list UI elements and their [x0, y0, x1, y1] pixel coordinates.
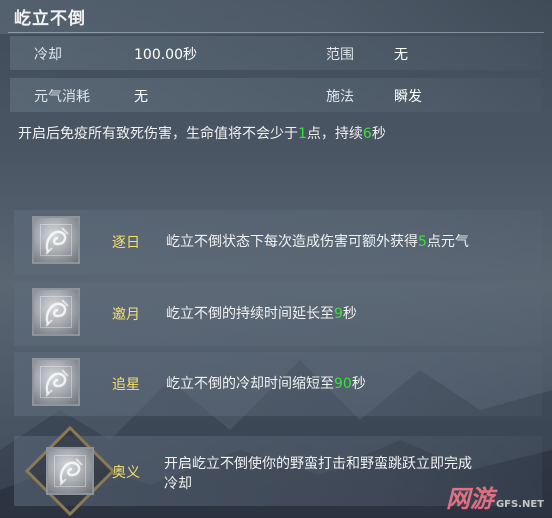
- talent-description-3: 屹立不倒的冷却时间缩短至90秒: [166, 374, 366, 394]
- skill-icon[interactable]: [32, 358, 80, 406]
- energy-cost-label: 元气消耗: [34, 89, 90, 105]
- talent-text-1a: 屹立不倒状态下每次造成伤害可额外获得: [166, 234, 418, 250]
- description-text-2: 点，持续: [306, 126, 363, 142]
- cooldown-value: 100.00秒: [134, 47, 197, 63]
- range-label: 范围: [326, 47, 354, 63]
- talent-number-1: 5: [418, 234, 427, 250]
- cast-label: 施法: [326, 89, 354, 105]
- skill-description: 开启后免疫所有致死伤害，生命值将不会少于1点，持续6秒: [18, 123, 386, 143]
- talent-row-3[interactable]: 追星 屹立不倒的冷却时间缩短至90秒: [14, 352, 542, 416]
- talent-description-1: 屹立不倒状态下每次造成伤害可额外获得5点元气: [166, 232, 469, 252]
- skill-icon[interactable]: [32, 288, 80, 336]
- talent-text-ultimate-line2: 冷却: [164, 476, 192, 492]
- talent-name-2: 邀月: [112, 307, 140, 323]
- cast-value: 瞬发: [394, 89, 422, 105]
- skill-title: 屹立不倒: [14, 9, 86, 29]
- talent-name-3: 追星: [112, 377, 140, 393]
- energy-cost-value: 无: [134, 89, 148, 105]
- description-text-3: 秒: [371, 126, 386, 142]
- skill-icon[interactable]: [32, 216, 80, 264]
- range-value: 无: [394, 47, 408, 63]
- talent-text-1b: 点元气: [426, 234, 469, 250]
- talent-text-2b: 秒: [342, 306, 357, 322]
- talent-description-2: 屹立不倒的持续时间延长至9秒: [166, 304, 357, 324]
- talent-description-ultimate: 开启屹立不倒使你的野蛮打击和野蛮跳跃立即完成 冷却: [164, 454, 472, 494]
- title-divider: [8, 32, 544, 33]
- talent-name-1: 逐日: [112, 235, 140, 251]
- skill-icon[interactable]: [46, 447, 94, 495]
- description-number-2: 6: [362, 126, 372, 142]
- cooldown-label: 冷却: [34, 47, 62, 63]
- site-watermark-logo: 网游 GFS.NET: [446, 479, 544, 514]
- talent-row-2[interactable]: 邀月 屹立不倒的持续时间延长至9秒: [14, 282, 542, 346]
- stat-row-1: 冷却 100.00秒 范围 无: [10, 36, 542, 70]
- watermark-subtext: GFS.NET: [495, 499, 544, 510]
- talent-text-3a: 屹立不倒的冷却时间缩短至: [166, 376, 334, 392]
- stat-row-2: 元气消耗 无 施法 瞬发: [10, 78, 542, 112]
- description-text-1: 开启后免疫所有致死伤害，生命值将不会少于: [18, 126, 298, 142]
- talent-text-ultimate-line1: 开启屹立不倒使你的野蛮打击和野蛮跳跃立即完成: [164, 456, 472, 472]
- talent-name-ultimate: 奥义: [112, 465, 140, 481]
- talent-number-3: 90: [334, 376, 352, 392]
- talent-text-2a: 屹立不倒的持续时间延长至: [166, 306, 334, 322]
- description-number-1: 1: [298, 126, 307, 142]
- talent-text-3b: 秒: [351, 376, 366, 392]
- talent-row-1[interactable]: 逐日 屹立不倒状态下每次造成伤害可额外获得5点元气: [14, 210, 542, 274]
- talent-number-2: 9: [334, 306, 343, 322]
- watermark-text: 网游: [445, 485, 494, 513]
